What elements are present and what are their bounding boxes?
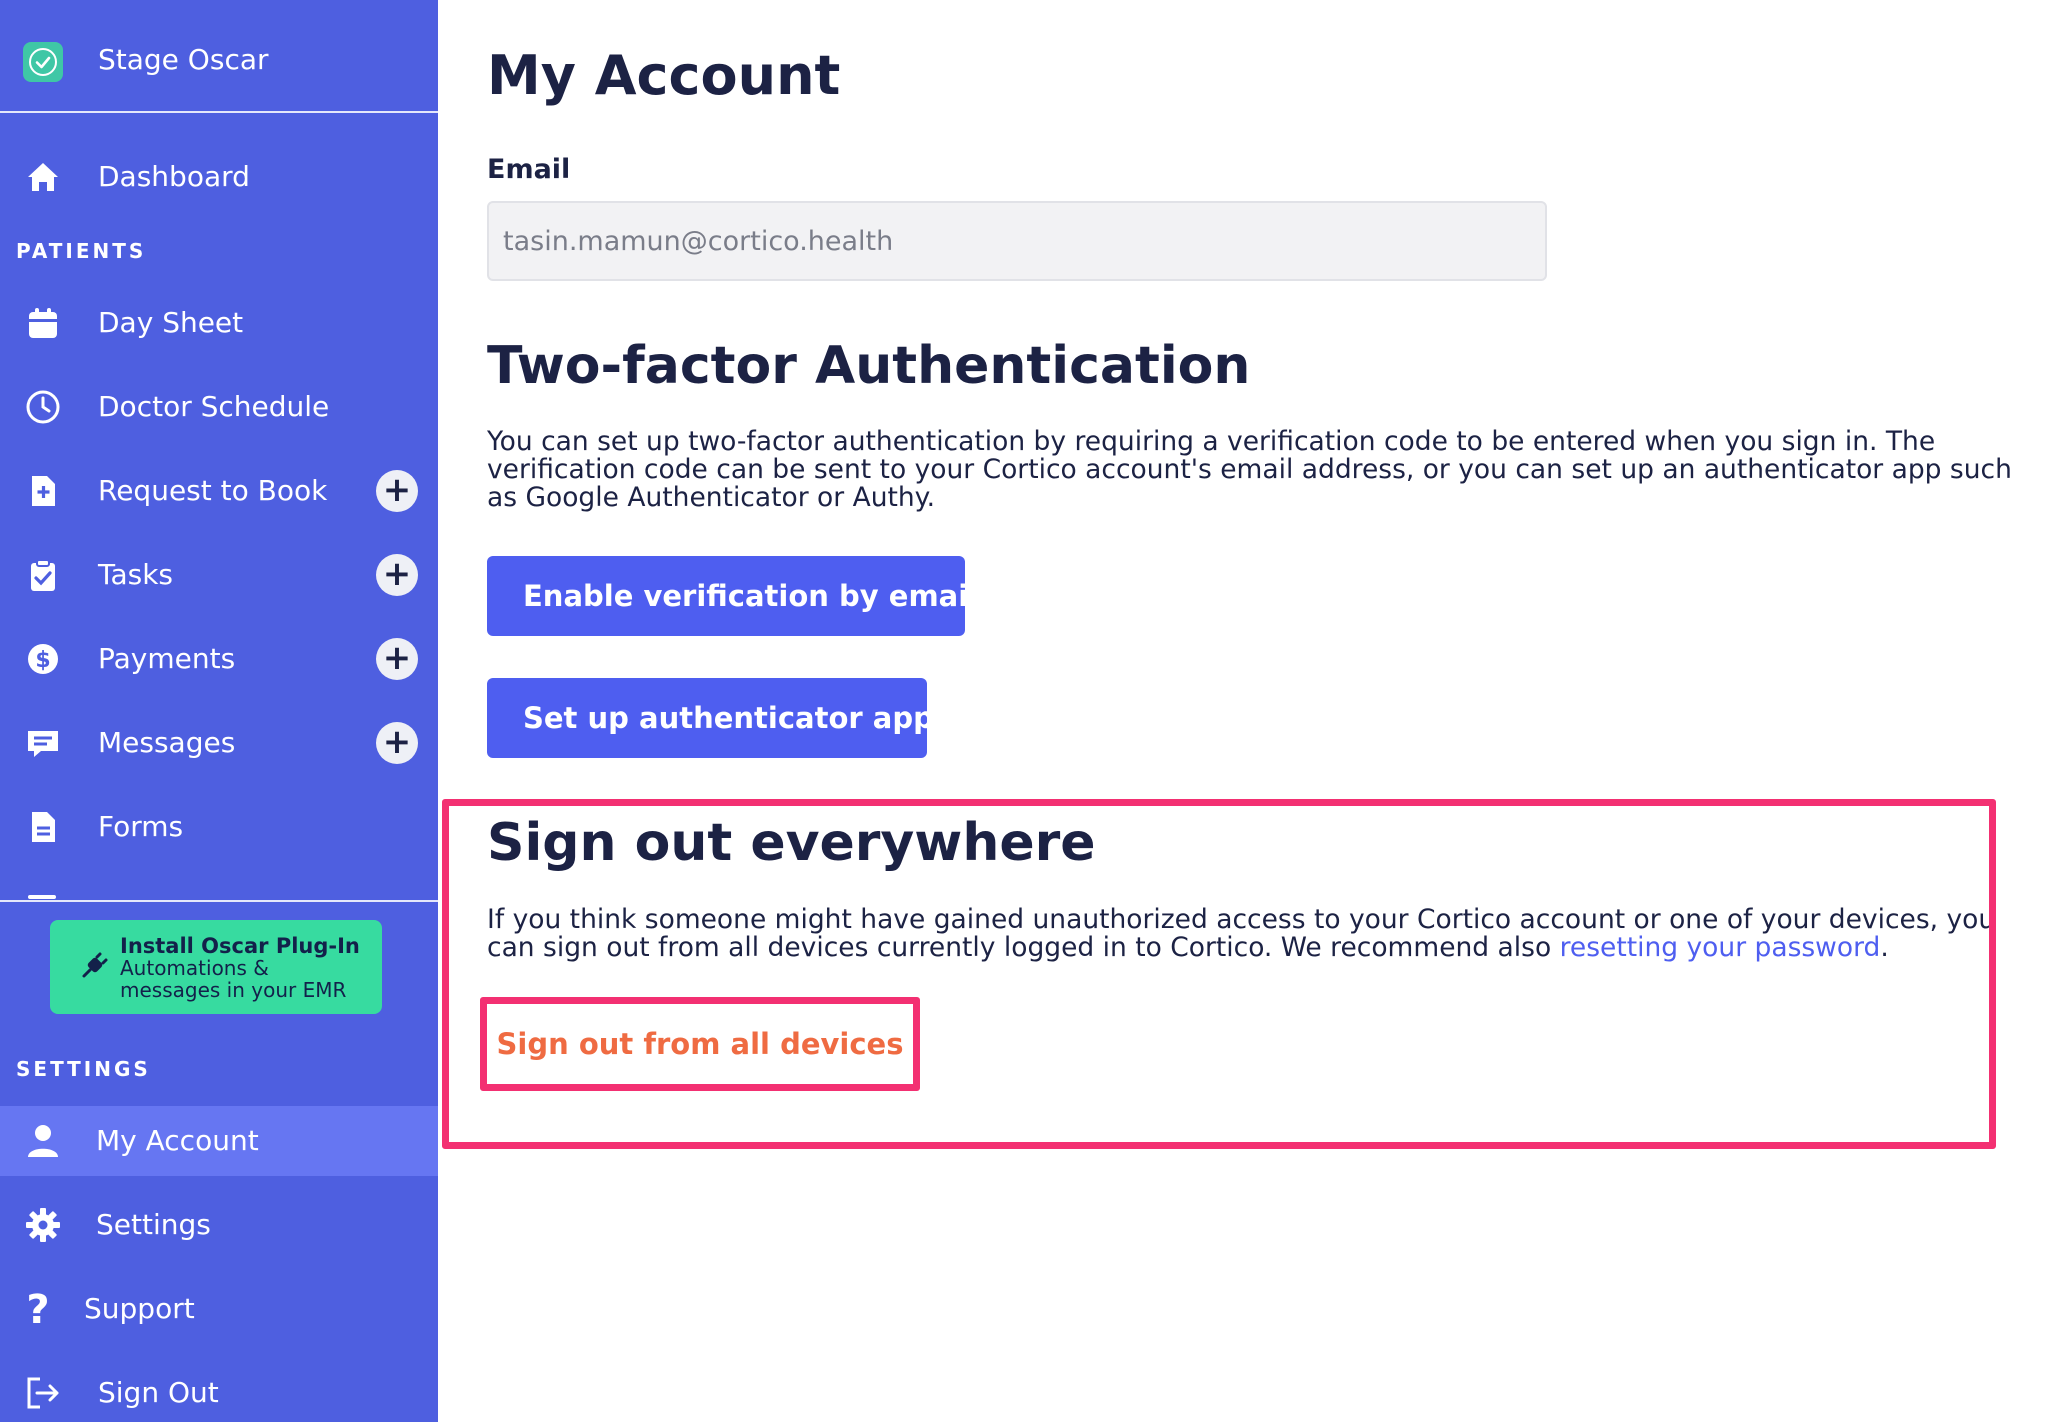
file-plus-icon [24, 472, 62, 510]
sidebar-item-dashboard[interactable]: Dashboard [0, 139, 438, 215]
sidebar-item-label: Settings [96, 1208, 211, 1241]
plugin-title: Install Oscar Plug-In [120, 934, 360, 958]
messages-add-button[interactable]: + [376, 722, 418, 764]
brand-header[interactable]: Stage Oscar [0, 0, 438, 113]
section-settings: SETTINGS [16, 1057, 151, 1081]
sidebar-item-label: Support [84, 1292, 195, 1325]
brand-name: Stage Oscar [98, 43, 269, 76]
question-icon: ? [24, 1287, 62, 1333]
brand-logo-icon [23, 42, 63, 82]
sidebar-divider [0, 900, 438, 902]
clipboard-check-icon [24, 556, 62, 594]
sidebar-item-forms[interactable]: Forms [0, 789, 438, 865]
document-icon [24, 808, 62, 846]
sidebar-item-label: Sign Out [98, 1376, 219, 1409]
sidebar-item-my-account[interactable]: My Account [0, 1106, 438, 1176]
tasks-add-button[interactable]: + [376, 554, 418, 596]
sidebar-item-messages[interactable]: Messages + [0, 705, 438, 781]
sidebar-item-label: My Account [96, 1124, 259, 1157]
sidebar-item-support[interactable]: ? Support [0, 1271, 438, 1347]
sidebar-item-sign-out[interactable]: Sign Out [0, 1355, 438, 1422]
sign-out-button-highlight: Sign out from all devices [480, 997, 920, 1091]
sidebar-item-label: Forms [98, 810, 184, 843]
install-plugin-banner[interactable]: Install Oscar Plug-In Automations & mess… [50, 920, 382, 1014]
plugin-line-2: messages in your EMR [120, 978, 347, 1002]
two-factor-heading: Two-factor Authentication [487, 336, 1251, 396]
sidebar-item-label: Request to Book [98, 474, 328, 507]
svg-text:$: $ [35, 648, 50, 673]
sidebar-item-label: Messages [98, 726, 236, 759]
main-content: My Account Email Two-factor Authenticati… [438, 0, 2048, 1422]
email-label: Email [487, 154, 571, 185]
svg-text:?: ? [26, 1290, 49, 1328]
sidebar-item-label: Doctor Schedule [98, 390, 330, 423]
sidebar-item-payments[interactable]: $ Payments + [0, 621, 438, 697]
sidebar-item-label: Day Sheet [98, 306, 244, 339]
sidebar-item-request-to-book[interactable]: Request to Book + [0, 453, 438, 529]
two-factor-description: You can set up two-factor authentication… [487, 426, 2012, 513]
page-title: My Account [487, 44, 841, 107]
sidebar-item-label: Tasks [98, 558, 174, 591]
scroll-hint [28, 895, 56, 899]
email-field[interactable] [487, 201, 1547, 281]
sidebar-item-doctor-schedule[interactable]: Doctor Schedule [0, 369, 438, 445]
message-icon [24, 724, 62, 762]
sign-out-icon [24, 1374, 62, 1412]
sign-out-all-devices-button[interactable]: Sign out from all devices [487, 1004, 913, 1084]
request-to-book-add-button[interactable]: + [376, 470, 418, 512]
plugin-line-1: Automations & [120, 956, 269, 980]
sidebar-item-day-sheet[interactable]: Day Sheet [0, 285, 438, 361]
clock-icon [24, 388, 62, 426]
plug-icon [78, 950, 110, 982]
gear-icon [24, 1206, 62, 1244]
payments-add-button[interactable]: + [376, 638, 418, 680]
sidebar-item-label: Dashboard [98, 160, 250, 193]
calendar-icon [24, 304, 62, 342]
dollar-circle-icon: $ [24, 640, 62, 678]
user-icon [24, 1122, 62, 1160]
section-patients: PATIENTS [16, 239, 147, 263]
enable-email-verification-button[interactable]: Enable verification by email [487, 556, 978, 636]
sidebar: Stage Oscar Dashboard PATIENTS Day Sheet… [0, 0, 438, 1422]
sidebar-item-settings[interactable]: Settings [0, 1187, 438, 1263]
sidebar-item-tasks[interactable]: Tasks + [0, 537, 438, 613]
sidebar-item-label: Payments [98, 642, 236, 675]
setup-authenticator-app-button[interactable]: Set up authenticator app [487, 678, 934, 758]
home-icon [24, 158, 62, 196]
sign-out-section-highlight [442, 799, 1996, 1149]
